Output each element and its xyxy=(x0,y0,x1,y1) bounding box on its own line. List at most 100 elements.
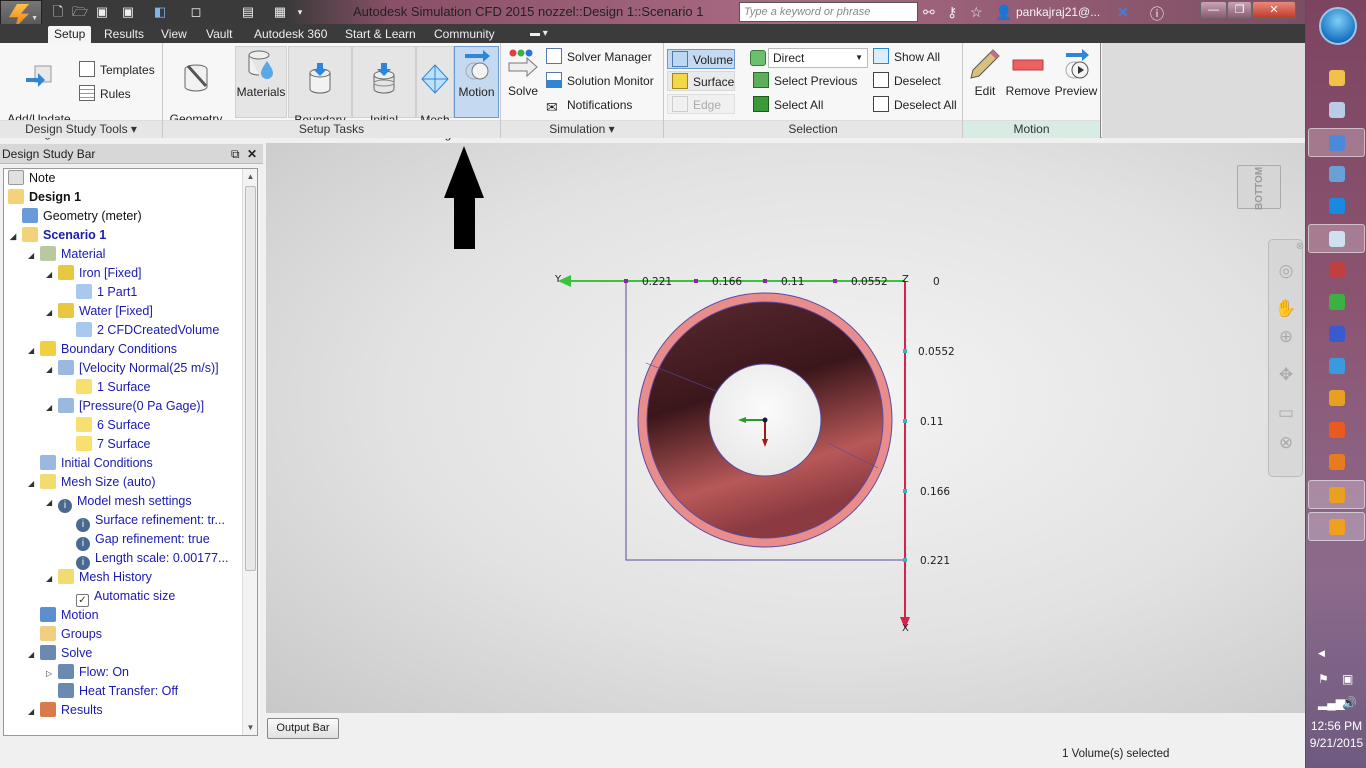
tree-item[interactable]: ◢ Material xyxy=(28,245,105,264)
expanded-arrow-icon[interactable]: ◢ xyxy=(46,398,58,417)
selection-mode-dropdown[interactable]: Direct ▼ xyxy=(768,48,868,68)
orbit-icon[interactable]: ✥ xyxy=(1275,364,1297,386)
tree-item[interactable]: 1 Surface xyxy=(64,378,151,397)
tree-item[interactable]: ✓ Automatic size xyxy=(64,587,175,607)
expanded-arrow-icon[interactable]: ◢ xyxy=(28,645,40,664)
3d-viewport[interactable]: 0.221 0.166 0.11 0.0552 0 0.0552 0.11 0.166 0.22… xyxy=(266,143,1305,713)
tree-item[interactable]: ◢ Mesh History xyxy=(46,568,152,587)
tree-item[interactable]: ◢ Boundary Conditions xyxy=(28,340,177,359)
expanded-arrow-icon[interactable]: ◢ xyxy=(28,702,40,721)
restore-button[interactable]: ❐ xyxy=(1227,1,1252,19)
action-center-flag-icon[interactable]: ⚑ xyxy=(1318,672,1329,686)
tree-item[interactable]: ◢ [Pressure(0 Pa Gage)] xyxy=(46,397,204,416)
taskbar-item[interactable] xyxy=(1308,128,1365,157)
expanded-arrow-icon[interactable]: ◢ xyxy=(28,341,40,360)
exchange-icon[interactable]: ✕ xyxy=(1117,4,1129,21)
tree-item[interactable]: Design 1 xyxy=(8,188,81,207)
surface-select-button[interactable]: Surface xyxy=(667,71,735,91)
tree-item[interactable]: 7 Surface xyxy=(64,435,151,454)
tree-item[interactable]: ◢ Results xyxy=(28,701,103,720)
customize-qa-icon[interactable]: ▾ xyxy=(292,4,308,20)
tree-item[interactable]: ◢ Iron [Fixed] xyxy=(46,264,142,283)
scroll-thumb[interactable] xyxy=(245,186,256,571)
pan-hand-icon[interactable]: ✋ xyxy=(1275,298,1297,320)
tree-item[interactable]: 2 CFDCreatedVolume xyxy=(64,321,219,340)
tab-setup[interactable]: Setup xyxy=(48,26,92,43)
solve-button[interactable]: Solve xyxy=(505,46,541,118)
tree-item[interactable]: i Length scale: 0.00177... xyxy=(64,549,228,570)
tree-item[interactable]: Geometry (meter) xyxy=(10,207,142,226)
expanded-arrow-icon[interactable]: ◢ xyxy=(46,303,58,322)
star-icon[interactable]: ☆ xyxy=(970,4,983,21)
notifications-button[interactable]: ✉ Notifications xyxy=(546,95,632,115)
tree-item[interactable]: i Gap refinement: true xyxy=(64,530,210,551)
taskbar-item[interactable] xyxy=(1308,320,1365,349)
edit-button[interactable]: Edit xyxy=(966,46,1004,118)
tab-vault[interactable]: Vault xyxy=(200,26,238,43)
expanded-arrow-icon[interactable]: ◢ xyxy=(28,246,40,265)
expanded-arrow-icon[interactable]: ◢ xyxy=(46,360,58,379)
tab-start-learn[interactable]: Start & Learn xyxy=(339,26,422,43)
save-as-icon[interactable]: ▣ xyxy=(120,4,136,20)
tree-item[interactable]: Heat Transfer: Off xyxy=(46,682,178,701)
system-clock[interactable]: 12:56 PM 9/21/2015 xyxy=(1306,718,1366,752)
taskbar-item[interactable] xyxy=(1308,224,1365,253)
output-bar-button[interactable]: Output Bar xyxy=(267,718,339,739)
taskbar-item[interactable] xyxy=(1308,192,1365,221)
tree-item[interactable]: ◢ Mesh Size (auto) xyxy=(28,473,155,492)
center-icon[interactable]: ⊗ xyxy=(1275,432,1297,454)
close-panel-icon[interactable]: ✕ xyxy=(247,144,257,164)
expanded-arrow-icon[interactable]: ◢ xyxy=(10,227,22,246)
boundary-conditions-button[interactable]: Boundary Conditions xyxy=(288,46,352,141)
scroll-up-icon[interactable]: ▲ xyxy=(243,169,257,184)
new-icon[interactable]: 🗋 xyxy=(50,4,66,20)
start-button[interactable] xyxy=(1319,7,1357,45)
scroll-down-icon[interactable]: ▼ xyxy=(243,720,257,735)
user-account[interactable]: pankajraj21@... xyxy=(1016,5,1100,19)
expanded-arrow-icon[interactable]: ◢ xyxy=(28,474,40,493)
volume-icon[interactable]: 🔊 xyxy=(1342,696,1357,710)
deselect-button[interactable]: Deselect xyxy=(869,71,945,91)
show-all-button[interactable]: Show All xyxy=(869,47,944,67)
templates-button[interactable]: Templates xyxy=(79,60,155,80)
remove-button[interactable]: Remove xyxy=(1005,46,1051,118)
tab-view[interactable]: View xyxy=(155,26,193,43)
select-all-button[interactable]: Select All xyxy=(749,95,827,115)
save-icon[interactable]: ▣ xyxy=(94,4,110,20)
taskbar-item[interactable] xyxy=(1308,512,1365,541)
solution-monitor-button[interactable]: Solution Monitor xyxy=(546,71,654,91)
tree-scrollbar[interactable]: ▲ ▼ xyxy=(242,169,257,735)
expanded-arrow-icon[interactable]: ◢ xyxy=(46,265,58,284)
binoculars-icon[interactable]: ⚯ xyxy=(923,4,935,21)
model-view[interactable]: 0.221 0.166 0.11 0.0552 0 0.0552 0.11 0.166 0.22… xyxy=(266,143,1305,713)
taskbar-item[interactable] xyxy=(1308,448,1365,477)
viewcube[interactable]: BOTTOM xyxy=(1237,165,1281,210)
help-icon[interactable]: ⓘ xyxy=(1150,4,1164,24)
tree-item[interactable]: Groups xyxy=(28,625,102,644)
volume-select-button[interactable]: Volume xyxy=(667,49,735,69)
select-icon[interactable]: ◧ xyxy=(152,4,168,20)
tree-item[interactable]: ◢ Solve xyxy=(28,644,92,663)
open-icon[interactable]: 🗁 xyxy=(72,4,88,20)
look-at-icon[interactable]: ▭ xyxy=(1275,402,1297,424)
list-icon[interactable]: ▦ xyxy=(272,4,288,20)
initial-conditions-button[interactable]: Initial Conditions xyxy=(352,46,416,141)
motion-button[interactable]: Motion xyxy=(454,46,499,118)
taskbar-item[interactable] xyxy=(1308,416,1365,445)
mesh-sizing-button[interactable]: Mesh Sizing xyxy=(416,46,454,141)
edge-select-button[interactable]: Edge xyxy=(667,94,735,114)
taskbar-item[interactable] xyxy=(1308,160,1365,189)
geometry-tools-button[interactable]: Geometry Tools xyxy=(165,46,227,140)
tree-item[interactable]: ▷ Flow: On xyxy=(46,663,129,682)
panel-icon[interactable]: ▤ xyxy=(240,4,256,20)
tab-autodesk-360[interactable]: Autodesk 360 xyxy=(248,26,333,43)
key-icon[interactable]: ⚷ xyxy=(947,4,957,21)
expanded-arrow-icon[interactable]: ◢ xyxy=(46,493,58,512)
solver-manager-button[interactable]: Solver Manager xyxy=(546,47,652,67)
collapsed-arrow-icon[interactable]: ▷ xyxy=(46,664,58,683)
float-panel-icon[interactable]: ⧉ xyxy=(231,144,240,164)
tab-results[interactable]: Results xyxy=(98,26,150,43)
panel-title-simulation[interactable]: Simulation ▾ xyxy=(501,120,663,138)
network-icon[interactable]: ▂▄▆ xyxy=(1318,696,1345,710)
zoom-icon[interactable]: ⊕ xyxy=(1275,326,1297,348)
